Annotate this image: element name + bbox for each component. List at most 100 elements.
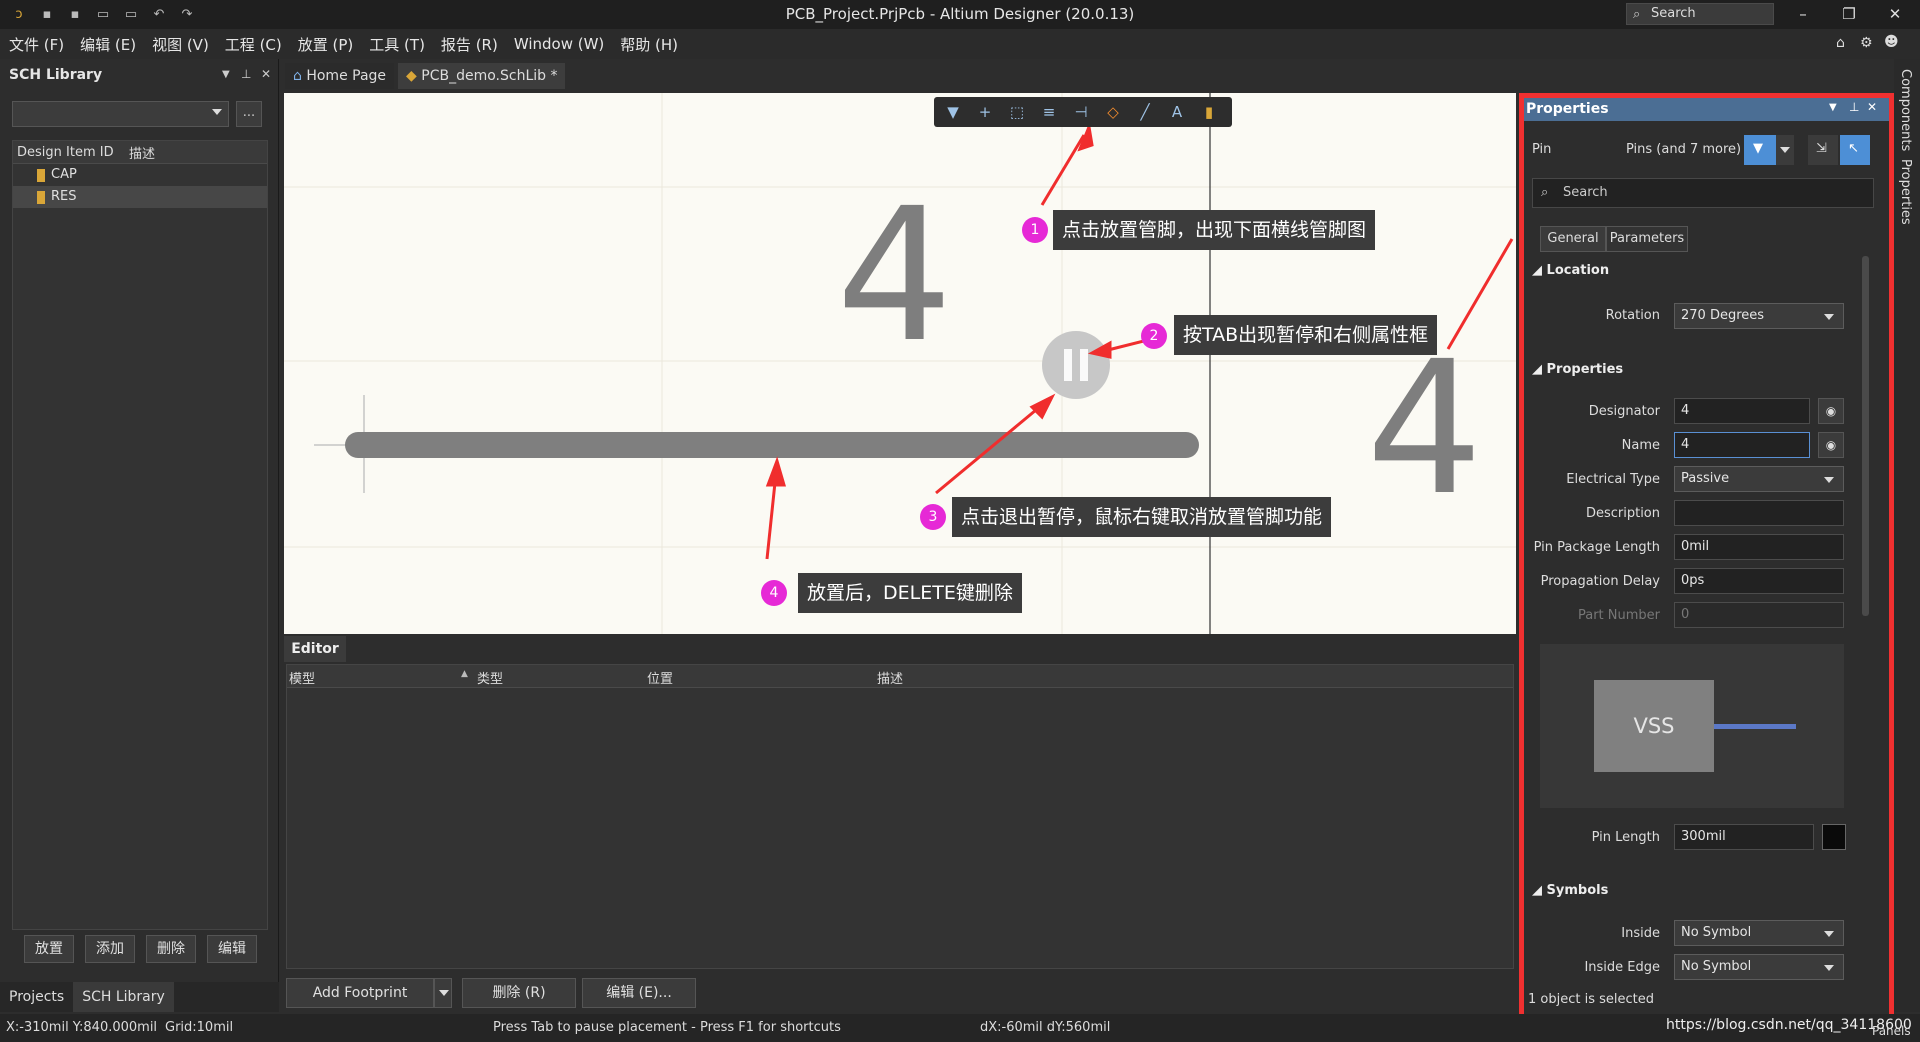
browse-button[interactable]: ...	[236, 101, 262, 127]
panel-menu-icon[interactable]: ▼	[222, 69, 230, 80]
pin-length-field[interactable]: 300mil	[1674, 824, 1814, 850]
name-field[interactable]: 4	[1674, 432, 1810, 458]
pin-color-swatch[interactable]	[1822, 824, 1846, 850]
delete-button[interactable]: 删除	[146, 935, 196, 963]
section-title: Symbols	[1546, 883, 1609, 898]
column-description[interactable]: 描述	[877, 668, 903, 687]
align-icon[interactable]: ≡	[1036, 100, 1062, 124]
select-area-icon[interactable]: ⬚	[1004, 100, 1030, 124]
close-panel-icon[interactable]: ✕	[261, 67, 271, 81]
section-location[interactable]: ◢ Location	[1532, 263, 1609, 278]
minimize-button[interactable]: –	[1780, 0, 1826, 29]
name-visibility-button[interactable]: ◉	[1818, 432, 1844, 458]
pin-icon[interactable]: ⊥	[241, 67, 251, 81]
panels-button[interactable]: Panels	[1872, 1024, 1911, 1038]
global-search[interactable]: ⌕ Search	[1626, 3, 1774, 25]
menu-project[interactable]: 工程 (C)	[225, 34, 282, 55]
electrical-type-select[interactable]: Passive	[1674, 466, 1844, 492]
pin-icon[interactable]: ⊥	[1849, 100, 1859, 114]
close-panel-icon[interactable]: ✕	[1867, 100, 1877, 114]
panel-menu-icon[interactable]: ▼	[1829, 102, 1837, 113]
menu-edit[interactable]: 编辑 (E)	[80, 34, 136, 55]
description-field[interactable]	[1674, 500, 1844, 526]
add-footprint-dropdown[interactable]	[434, 978, 452, 1008]
library-filter-combo[interactable]	[12, 101, 229, 127]
menu-place[interactable]: 放置 (P)	[298, 34, 354, 55]
pin-package-length-field[interactable]: 0mil	[1674, 534, 1844, 560]
tab-parameters[interactable]: Parameters	[1606, 226, 1688, 252]
tab-label: PCB_demo.SchLib *	[421, 68, 558, 84]
menu-file[interactable]: 文件 (F)	[9, 34, 64, 55]
column-location[interactable]: 位置	[647, 668, 673, 687]
designator-field[interactable]: 4	[1674, 398, 1810, 424]
user-icon[interactable]: ☻	[1884, 34, 1899, 50]
side-tab-components[interactable]: Components	[1898, 69, 1913, 151]
section-symbols[interactable]: ◢ Symbols	[1532, 883, 1608, 898]
section-properties[interactable]: ◢ Properties	[1532, 362, 1623, 377]
column-model[interactable]: 模型	[289, 668, 315, 687]
inside-select[interactable]: No Symbol	[1674, 920, 1844, 946]
edit-button[interactable]: 编辑	[207, 935, 257, 963]
schematic-canvas[interactable]: 4 4 1 点击放置管脚，出现下面横线管脚图 2 按TAB出现暂停和右侧属性框 …	[284, 93, 1516, 634]
tab-editor[interactable]: Editor	[284, 636, 346, 662]
properties-search[interactable]: ⌕ Search	[1532, 178, 1874, 208]
delete-model-button[interactable]: 删除 (R)	[462, 978, 576, 1008]
open-file-icon[interactable]: ▭	[94, 6, 112, 24]
open-project-icon[interactable]: ▭	[122, 6, 140, 24]
properties-scrollbar[interactable]	[1862, 256, 1869, 616]
move-icon[interactable]: +	[972, 100, 998, 124]
place-button[interactable]: 放置	[24, 935, 74, 963]
menu-reports[interactable]: 报告 (R)	[441, 34, 498, 55]
designator-visibility-button[interactable]: ◉	[1818, 398, 1844, 424]
undo-icon[interactable]: ↶	[150, 6, 168, 24]
inside-edge-label: Inside Edge	[1584, 960, 1660, 975]
rotation-select[interactable]: 270 Degrees	[1674, 303, 1844, 329]
callout-number: 2	[1141, 323, 1167, 349]
status-bar: X:-310mil Y:840.000mil Grid:10mil Press …	[0, 1014, 1920, 1042]
column-design-item-id[interactable]: Design Item ID	[17, 145, 129, 160]
chevron-down-icon	[439, 990, 449, 996]
list-item[interactable]: CAP	[13, 164, 267, 186]
tab-general[interactable]: General	[1540, 226, 1606, 252]
select-mode-button[interactable]: ⇲	[1808, 135, 1838, 165]
close-window-button[interactable]: ✕	[1872, 0, 1918, 29]
menu-window[interactable]: Window (W)	[514, 35, 604, 53]
add-button[interactable]: 添加	[85, 935, 135, 963]
filter-button[interactable]: ▼	[1744, 135, 1776, 165]
inside-edge-select[interactable]: No Symbol	[1674, 954, 1844, 980]
ieee-symbol-icon[interactable]: ◇	[1100, 100, 1126, 124]
component-icon[interactable]: ▮	[1196, 100, 1222, 124]
tab-schlib-document[interactable]: ◆ PCB_demo.SchLib *	[398, 63, 566, 89]
filter-icon[interactable]: ▼	[940, 100, 966, 124]
menu-help[interactable]: 帮助 (H)	[620, 34, 678, 55]
redo-icon[interactable]: ↷	[178, 6, 196, 24]
pause-bar-right	[1080, 349, 1088, 381]
tab-projects[interactable]: Projects	[0, 982, 73, 1012]
filter-icon: ▼	[1753, 141, 1763, 156]
edit-model-button[interactable]: 编辑 (E)...	[582, 978, 696, 1008]
filter-dropdown[interactable]	[1776, 135, 1794, 165]
tab-sch-library[interactable]: SCH Library	[73, 982, 174, 1012]
column-type[interactable]: 类型	[477, 668, 503, 687]
save-all-icon[interactable]: ▪	[66, 6, 84, 24]
tab-label: Home Page	[306, 68, 387, 84]
select-cursor-button[interactable]: ↖	[1840, 135, 1870, 165]
text-icon[interactable]: A	[1164, 100, 1190, 124]
side-tab-properties[interactable]: Properties	[1898, 159, 1913, 225]
line-icon[interactable]: ╱	[1132, 100, 1158, 124]
name-label: Name	[1621, 438, 1660, 453]
place-pin-icon[interactable]: ⊣	[1068, 100, 1094, 124]
grid-header: 模型 ▲ 类型 位置 描述	[287, 665, 1513, 688]
object-type-label: Pin	[1532, 142, 1552, 157]
menu-view[interactable]: 视图 (V)	[152, 34, 209, 55]
column-description[interactable]: 描述	[129, 143, 155, 162]
home-icon[interactable]: ⌂	[1836, 35, 1845, 51]
menu-tools[interactable]: 工具 (T)	[369, 34, 425, 55]
list-item[interactable]: RES	[13, 186, 267, 208]
save-icon[interactable]: ▪	[38, 6, 56, 24]
propagation-delay-field[interactable]: 0ps	[1674, 568, 1844, 594]
gear-icon[interactable]: ⚙	[1860, 35, 1873, 51]
add-footprint-button[interactable]: Add Footprint	[286, 978, 434, 1008]
tab-home-page[interactable]: ⌂ Home Page	[285, 63, 395, 89]
restore-button[interactable]: ❐	[1826, 0, 1872, 29]
